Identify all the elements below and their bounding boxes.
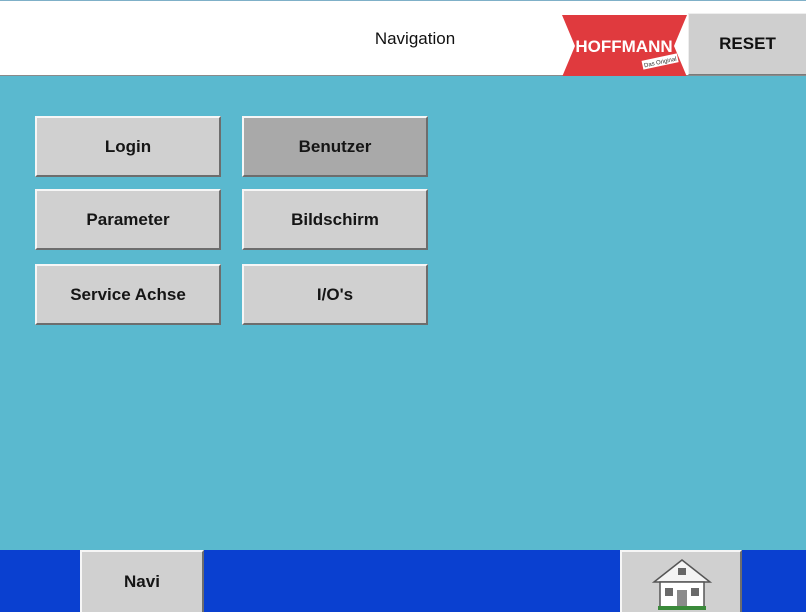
io-button[interactable]: I/O's	[242, 264, 428, 325]
footer-bar: Navi	[0, 550, 806, 612]
page-title: Navigation	[374, 29, 456, 48]
header-bar: Navigation HOFFMANN Das Original RESET	[0, 0, 806, 77]
reset-button[interactable]: RESET	[688, 13, 806, 75]
benutzer-button[interactable]: Benutzer	[242, 116, 428, 177]
hoffmann-logo: HOFFMANN Das Original	[562, 15, 687, 77]
navi-button[interactable]: Navi	[80, 550, 204, 612]
main-panel: Login Benutzer Parameter Bildschirm Serv…	[0, 76, 806, 550]
parameter-button[interactable]: Parameter	[35, 189, 221, 250]
home-button[interactable]	[620, 550, 742, 612]
home-icon	[651, 559, 713, 610]
bildschirm-button[interactable]: Bildschirm	[242, 189, 428, 250]
service-achse-button[interactable]: Service Achse	[35, 264, 221, 325]
svg-text:HOFFMANN: HOFFMANN	[575, 37, 672, 56]
login-button[interactable]: Login	[35, 116, 221, 177]
